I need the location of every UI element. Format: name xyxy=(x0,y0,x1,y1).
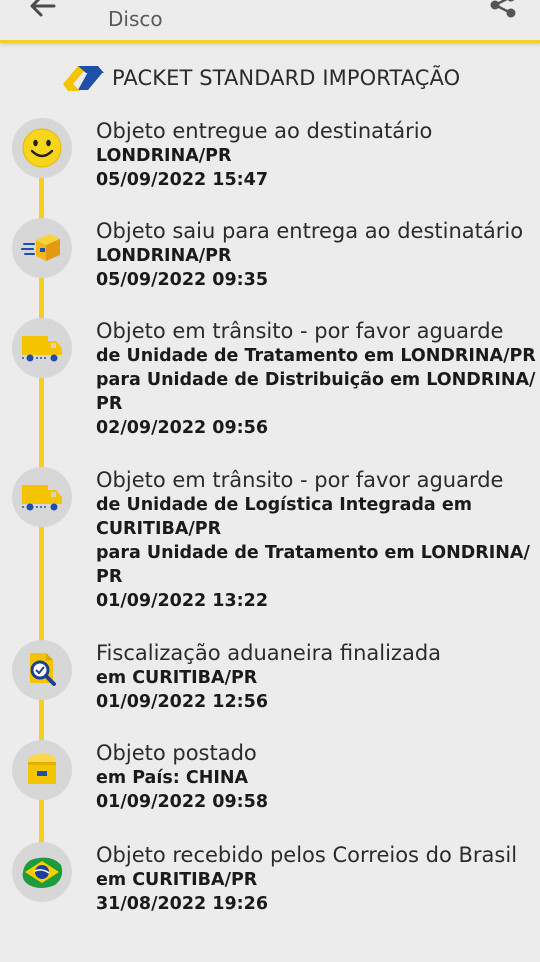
correios-logo xyxy=(63,66,104,91)
event-origin: de Unidade de Tratamento em LONDRINA/PR xyxy=(96,346,536,366)
event-datetime: 01/09/2022 13:22 xyxy=(96,591,268,611)
event-location: em País: CHINA xyxy=(96,768,249,788)
event-title: Objeto em trânsito - por favor aguarde xyxy=(96,319,504,343)
event-location: em CURITIBA/PR xyxy=(96,668,258,688)
event-datetime: 02/09/2022 09:56 xyxy=(96,418,268,438)
event-destination-cont: PR xyxy=(96,567,123,587)
share-icon xyxy=(490,0,516,18)
event-title: Objeto recebido pelos Correios do Brasil xyxy=(96,843,518,867)
page-subtitle: Disco xyxy=(108,7,163,31)
mailbox-icon xyxy=(28,754,56,784)
event-title: Objeto em trânsito - por favor aguarde xyxy=(96,468,504,492)
smiley-icon xyxy=(22,128,62,168)
customs-inspection-icon xyxy=(30,653,56,686)
arrow-left-icon xyxy=(30,0,56,17)
event-icon xyxy=(12,218,72,278)
event-destination: para Unidade de Tratamento em LONDRINA/ xyxy=(96,543,530,563)
event-icon xyxy=(12,842,72,902)
truck-icon xyxy=(22,485,62,511)
brazil-flag-icon xyxy=(22,857,63,888)
event-icon xyxy=(12,318,72,378)
event-datetime: 31/08/2022 19:26 xyxy=(96,894,268,914)
service-header: PACKET STANDARD IMPORTAÇÃO xyxy=(60,60,460,96)
event-icon xyxy=(12,740,72,800)
back-button[interactable] xyxy=(26,0,58,20)
event-datetime: 01/09/2022 09:58 xyxy=(96,792,268,812)
event-destination-cont: PR xyxy=(96,394,123,414)
service-name: PACKET STANDARD IMPORTAÇÃO xyxy=(112,66,461,90)
event-datetime: 05/09/2022 15:47 xyxy=(96,170,268,190)
event-datetime: 05/09/2022 09:35 xyxy=(96,270,268,290)
event-destination: para Unidade de Distribuição em LONDRINA… xyxy=(96,370,536,390)
share-button[interactable] xyxy=(486,0,520,22)
event-title: Objeto entregue ao destinatário xyxy=(96,119,433,143)
truck-icon xyxy=(22,336,62,362)
event-origin-cont: CURITIBA/PR xyxy=(96,519,222,539)
event-origin: de Unidade de Logística Integrada em xyxy=(96,495,472,515)
delivery-box-icon xyxy=(21,234,60,261)
event-icon xyxy=(12,118,72,178)
event-datetime: 01/09/2022 12:56 xyxy=(96,692,268,712)
event-location: LONDRINA/PR xyxy=(96,246,232,266)
event-icon xyxy=(12,467,72,527)
event-location: em CURITIBA/PR xyxy=(96,870,258,890)
event-title: Fiscalização aduaneira finalizada xyxy=(96,641,442,665)
event-location: LONDRINA/PR xyxy=(96,146,232,166)
event-icon xyxy=(12,640,72,700)
event-title: Objeto postado xyxy=(96,741,257,765)
app-bar: Disco xyxy=(0,0,540,43)
event-title: Objeto saiu para entrega ao destinatário xyxy=(96,219,524,243)
